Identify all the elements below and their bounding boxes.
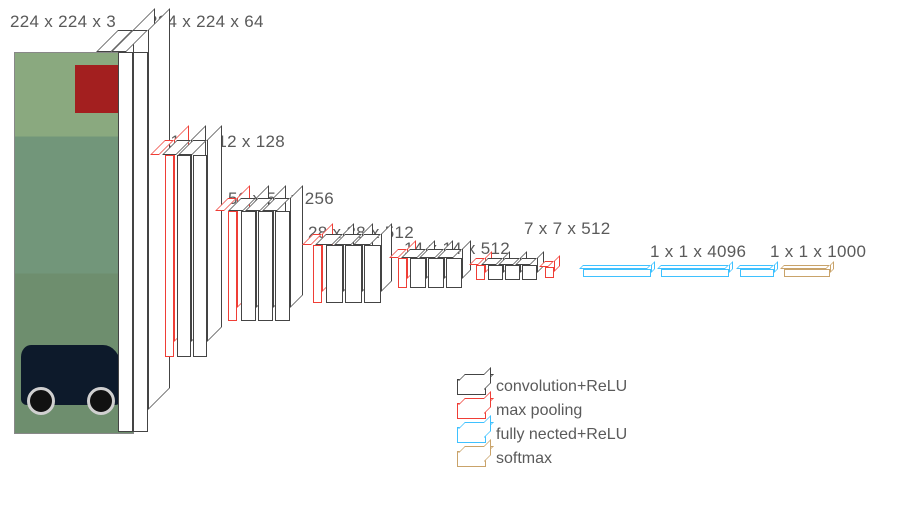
swatch-fc-icon bbox=[457, 427, 486, 443]
dim-b6: 7 x 7 x 512 bbox=[524, 219, 610, 239]
swatch-softmax-icon bbox=[457, 451, 486, 467]
legend-fc-label: fully nected+ReLU bbox=[496, 426, 627, 444]
legend: convolution+ReLU max pooling fully necte… bbox=[457, 378, 627, 474]
input-image bbox=[14, 52, 134, 434]
legend-sm-label: softmax bbox=[496, 450, 552, 468]
swatch-conv-icon bbox=[457, 379, 486, 395]
dim-input: 224 x 224 x 3 bbox=[10, 12, 116, 32]
swatch-pool-icon bbox=[457, 403, 486, 419]
legend-pool-label: max pooling bbox=[496, 402, 582, 420]
legend-pool: max pooling bbox=[457, 402, 627, 420]
dim-out: 1 x 1 x 1000 bbox=[770, 242, 866, 262]
legend-conv: convolution+ReLU bbox=[457, 378, 627, 396]
legend-fc: fully nected+ReLU bbox=[457, 426, 627, 444]
dim-fc: 1 x 1 x 4096 bbox=[650, 242, 746, 262]
legend-conv-label: convolution+ReLU bbox=[496, 378, 627, 396]
legend-softmax: softmax bbox=[457, 450, 627, 468]
